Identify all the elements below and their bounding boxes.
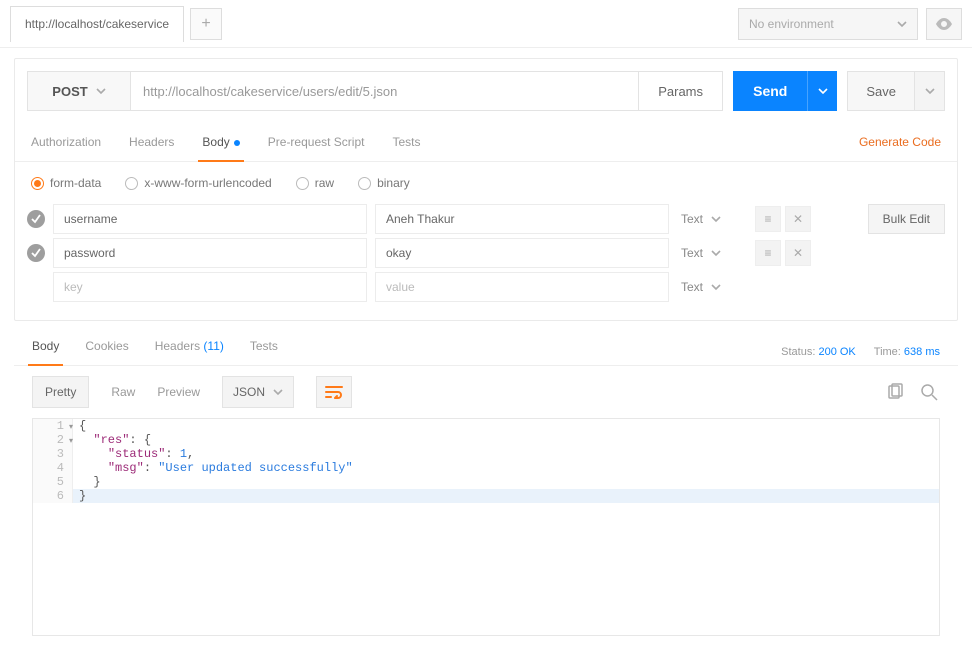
tab-body-label: Body [202,135,229,149]
row-reorder-handle[interactable]: ≡ [755,240,781,266]
body-type-label: raw [315,176,334,190]
chevron-down-icon [925,86,935,96]
row-reorder-handle[interactable]: ≡ [755,206,781,232]
copy-icon [886,383,904,401]
copy-response-button[interactable] [884,381,906,403]
bulk-edit-button[interactable]: Bulk Edit [868,204,945,234]
status-meta: Status: 200 OK [781,346,856,358]
http-method-label: POST [52,84,87,99]
headers-count: (11) [203,339,223,353]
body-type-label: binary [377,176,410,190]
kv-key-input[interactable] [53,238,367,268]
response-tab-headers[interactable]: Headers (11) [155,339,224,365]
format-select[interactable]: JSON [222,376,294,408]
chevron-down-icon [273,387,283,397]
body-type-urlencoded[interactable]: x-www-form-urlencoded [125,176,271,190]
kv-type-label: Text [681,280,703,294]
response-tab-body[interactable]: Body [32,339,59,365]
body-type-raw[interactable]: raw [296,176,334,190]
view-pretty-button[interactable]: Pretty [32,376,89,408]
close-icon: ✕ [793,212,803,226]
tab-prerequest[interactable]: Pre-request Script [268,123,365,161]
row-delete-button[interactable]: ✕ [785,206,811,232]
response-tab-tests[interactable]: Tests [250,339,278,365]
chevron-down-icon [818,86,828,96]
eye-icon [935,18,953,30]
search-icon [920,383,938,401]
check-icon [31,248,41,258]
http-method-select[interactable]: POST [27,71,131,111]
save-button[interactable]: Save [847,71,915,111]
send-button[interactable]: Send [733,71,807,111]
kv-type-label: Text [681,246,703,260]
search-response-button[interactable] [918,381,940,403]
environment-label: No environment [749,17,834,31]
body-type-binary[interactable]: binary [358,176,410,190]
row-delete-button[interactable]: ✕ [785,240,811,266]
kv-value-input[interactable] [375,204,669,234]
format-label: JSON [233,385,265,399]
drag-icon: ≡ [764,246,771,260]
kv-value-input[interactable] [375,238,669,268]
chevron-down-icon [96,86,106,96]
row-enabled-toggle[interactable] [27,244,45,262]
plus-icon: + [201,15,210,33]
body-type-label: form-data [50,176,101,190]
kv-key-input-new[interactable] [53,272,367,302]
view-preview-button[interactable]: Preview [157,385,200,399]
request-tab-label: http://localhost/cakeservice [25,17,169,31]
response-tab-headers-label: Headers [155,339,200,353]
time-meta: Time: 638 ms [874,346,940,358]
kv-value-input-new[interactable] [375,272,669,302]
kv-type-select[interactable]: Text [677,246,743,260]
send-dropdown[interactable] [807,71,837,111]
kv-type-label: Text [681,212,703,226]
check-icon [31,214,41,224]
params-button[interactable]: Params [639,71,723,111]
row-enabled-toggle[interactable] [27,210,45,228]
params-label: Params [658,84,703,99]
close-icon: ✕ [793,246,803,260]
body-type-formdata[interactable]: form-data [31,176,101,190]
drag-icon: ≡ [764,212,771,226]
wrap-icon [325,385,343,399]
chevron-down-icon [711,248,721,258]
chevron-down-icon [711,214,721,224]
environment-select[interactable]: No environment [738,8,918,40]
environment-preview-button[interactable] [926,8,962,40]
modified-dot-icon [234,140,240,146]
view-raw-button[interactable]: Raw [111,385,135,399]
generate-code-link[interactable]: Generate Code [859,135,941,149]
kv-type-select[interactable]: Text [677,212,743,226]
url-input[interactable] [131,71,639,111]
chevron-down-icon [897,19,907,29]
tab-body[interactable]: Body [202,123,239,161]
new-tab-button[interactable]: + [190,8,222,40]
kv-key-input[interactable] [53,204,367,234]
tab-tests[interactable]: Tests [392,123,420,161]
tab-authorization[interactable]: Authorization [31,123,101,161]
wrap-toggle-button[interactable] [316,376,352,408]
chevron-down-icon [711,282,721,292]
save-dropdown[interactable] [915,71,945,111]
tab-headers[interactable]: Headers [129,123,174,161]
request-tab[interactable]: http://localhost/cakeservice [10,6,184,42]
response-tab-cookies[interactable]: Cookies [85,339,128,365]
response-body-editor[interactable]: 1▾{ 2▾ "res": { 3 "status": 1, 4 "msg": … [32,418,940,636]
body-type-label: x-www-form-urlencoded [144,176,271,190]
kv-type-select[interactable]: Text [677,280,743,294]
